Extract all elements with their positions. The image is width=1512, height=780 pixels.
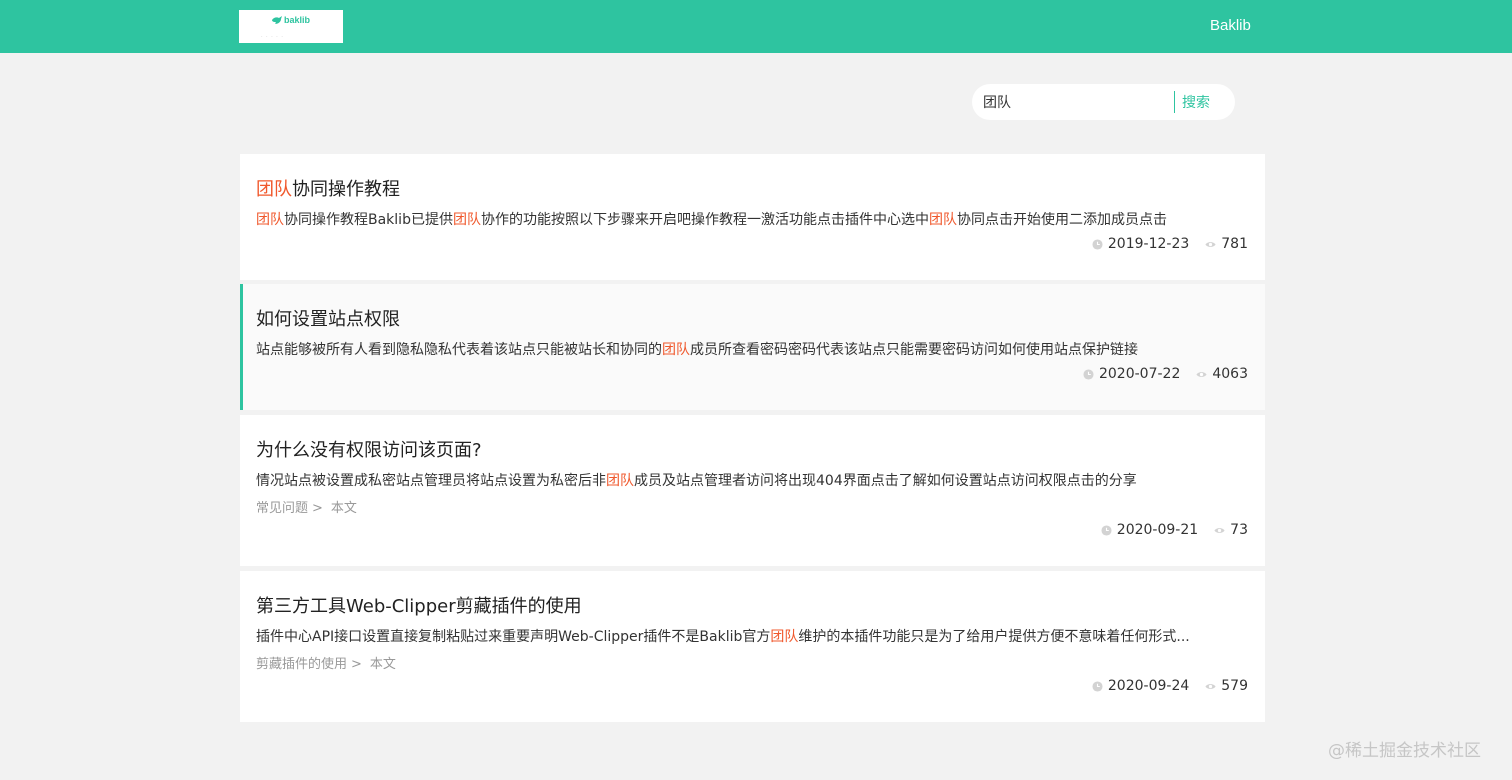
search-input[interactable]	[983, 90, 1163, 114]
result-card[interactable]: 团队协同操作教程 团队协同操作教程Baklib已提供团队协作的功能按照以下步骤来…	[240, 154, 1265, 280]
eye-icon	[1196, 371, 1207, 377]
clock-icon	[1092, 238, 1103, 250]
breadcrumb-separator: >	[312, 501, 323, 516]
breadcrumb-parent[interactable]: 剪藏插件的使用	[256, 657, 347, 672]
clock-icon	[1083, 368, 1094, 380]
result-snippet: 插件中心API接口设置直接复制粘贴过来重要声明Web-Clipper插件不是Ba…	[256, 626, 1246, 646]
result-date: 2020-07-22	[1098, 366, 1181, 382]
result-snippet: 团队协同操作教程Baklib已提供团队协作的功能按照以下步骤来开启吧操作教程一激…	[256, 209, 1246, 229]
search-box: 搜索	[972, 84, 1235, 120]
text-segment: 协作的功能按照以下步骤来开启吧操作教程一激活功能点击插件中心选中	[480, 212, 929, 228]
text-segment: 协同点击开始使用二添加成员点击	[956, 212, 1167, 228]
result-title[interactable]: 团队协同操作教程	[256, 175, 400, 201]
text-segment: 情况站点被设置成私密站点管理员将站点设置为私密后非	[256, 473, 606, 489]
result-meta: 2020-09-21 73	[1101, 522, 1248, 538]
result-meta: 2019-12-23 781	[1092, 236, 1248, 252]
text-segment: 维护的本插件功能只是为了给用户提供方便不意味着任何形式...	[798, 629, 1190, 645]
highlight-term: 团队	[662, 342, 690, 358]
result-snippet: 情况站点被设置成私密站点管理员将站点设置为私密后非团队成员及站点管理者访问将出现…	[256, 470, 1246, 490]
clock-icon	[1092, 680, 1103, 692]
text-segment: 成员所查看密码密码代表该站点只能需要密码访问如何使用站点保护链接	[690, 342, 1138, 358]
eye-icon	[1214, 527, 1225, 533]
text-segment: 为什么没有权限访问该页面?	[256, 440, 482, 461]
result-meta: 2020-07-22 4063	[1083, 366, 1248, 382]
search-button[interactable]: 搜索	[1182, 92, 1210, 112]
highlight-term: 团队	[770, 629, 799, 645]
text-segment: 成员及站点管理者访问将出现404界面点击了解如何设置站点访问权限点击的分享	[634, 473, 1137, 489]
text-segment: 协同操作教程	[292, 179, 400, 200]
clock-icon	[1101, 524, 1112, 536]
result-title[interactable]: 如何设置站点权限	[256, 305, 400, 331]
search-divider	[1174, 91, 1175, 113]
breadcrumb-current: 本文	[330, 501, 357, 516]
highlight-term: 团队	[256, 179, 292, 200]
breadcrumb-current: 本文	[369, 657, 396, 672]
breadcrumb-separator: >	[351, 657, 362, 672]
result-meta: 2020-09-24 579	[1092, 678, 1248, 694]
result-card-active[interactable]: 如何设置站点权限 站点能够被所有人看到隐私隐私代表着该站点只能被站长和协同的团队…	[240, 284, 1265, 410]
result-views: 4063	[1212, 366, 1248, 382]
result-snippet: 站点能够被所有人看到隐私隐私代表着该站点只能被站长和协同的团队成员所查看密码密码…	[256, 339, 1246, 359]
highlight-term: 团队	[928, 212, 957, 228]
text-segment: 协同操作教程Baklib已提供	[284, 212, 453, 228]
eye-icon	[1205, 241, 1216, 247]
breadcrumb-parent[interactable]: 常见问题	[256, 501, 308, 516]
bird-logo-icon	[272, 16, 282, 24]
result-views: 73	[1230, 522, 1248, 538]
result-views: 579	[1221, 678, 1248, 694]
logo-subtext: · · · · ·	[261, 34, 284, 40]
text-segment: 第三方工具Web-Clipper剪藏插件的使用	[256, 596, 582, 617]
watermark-text: @稀土掘金技术社区	[1328, 741, 1481, 761]
result-date: 2019-12-23	[1107, 236, 1190, 252]
result-card[interactable]: 第三方工具Web-Clipper剪藏插件的使用 插件中心API接口设置直接复制粘…	[240, 571, 1265, 722]
breadcrumb: 剪藏插件的使用 > 本文	[256, 653, 396, 672]
text-segment: 站点能够被所有人看到隐私隐私代表着该站点只能被站长和协同的	[256, 342, 662, 358]
text-segment: 插件中心API接口设置直接复制粘贴过来重要声明Web-Clipper插件不是Ba…	[256, 629, 771, 645]
brand-link[interactable]: Baklib	[1210, 17, 1251, 34]
top-navbar: baklib · · · · · Baklib	[0, 0, 1512, 53]
result-date: 2020-09-21	[1116, 522, 1199, 538]
site-logo[interactable]: baklib · · · · ·	[239, 10, 343, 43]
result-views: 781	[1221, 236, 1248, 252]
highlight-term: 团队	[256, 212, 284, 228]
highlight-term: 团队	[606, 473, 634, 489]
breadcrumb: 常见问题 > 本文	[256, 497, 357, 516]
result-title[interactable]: 为什么没有权限访问该页面?	[256, 436, 482, 462]
result-card[interactable]: 为什么没有权限访问该页面? 情况站点被设置成私密站点管理员将站点设置为私密后非团…	[240, 415, 1265, 566]
highlight-term: 团队	[452, 212, 481, 228]
result-title[interactable]: 第三方工具Web-Clipper剪藏插件的使用	[256, 592, 582, 618]
text-segment: 如何设置站点权限	[256, 309, 400, 330]
result-date: 2020-09-24	[1107, 678, 1190, 694]
logo-text: baklib	[284, 15, 311, 25]
eye-icon	[1205, 683, 1216, 689]
